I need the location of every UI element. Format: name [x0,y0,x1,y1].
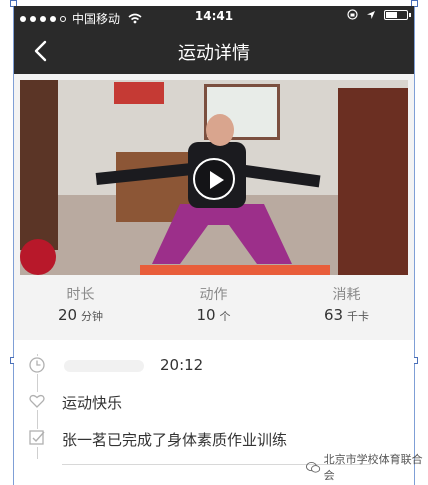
video-player[interactable] [20,80,408,275]
stat-unit: 千卡 [347,310,370,323]
stats-row: 时长 20 分钟 动作 10 个 消耗 63 千卡 [14,284,414,340]
battery-icon [384,9,411,20]
status-bar: 中国移动 14:41 [14,6,414,28]
page-title: 运动详情 [178,43,250,64]
video-frame-cabinet [338,88,408,275]
play-icon[interactable] [193,158,235,200]
wechat-icon [306,461,321,473]
completion-text: 张一茗已完成了身体素质作业训练 [62,431,288,449]
stat-calories: 消耗 63 千卡 [280,284,413,324]
stat-label: 动作 [199,287,228,303]
clock-icon [28,356,46,374]
video-frame-calendar [114,82,164,104]
video-frame-mat [140,265,330,275]
stat-label: 时长 [66,287,95,303]
stat-number: 20 [57,306,78,324]
stat-value: 20 分钟 [14,306,147,324]
video-frame-door [20,80,58,250]
stat-value: 63 千卡 [280,306,413,324]
stat-number: 63 [323,306,344,324]
stat-duration: 时长 20 分钟 [14,284,147,324]
stat-unit: 分钟 [81,310,104,323]
watermark: 北京市学校体育联合会 [306,453,424,482]
stat-unit: 个 [219,310,231,323]
checkbox-icon [28,429,46,447]
blurred-date [64,360,144,372]
video-frame-head [206,114,234,146]
video-frame-ball [20,239,56,275]
nav-bar: 运动详情 [14,28,414,74]
battery-fill [386,11,397,18]
rotation-lock-icon [347,9,358,20]
selection-frame-right [414,0,415,485]
main-content: 时长 20 分钟 动作 10 个 消耗 63 千卡 20:12 运动快乐 张一茗已完成… [14,74,414,485]
stat-number: 10 [196,306,216,324]
status-right [347,9,411,20]
mood-text: 运动快乐 [62,394,123,412]
stat-actions: 动作 10 个 [147,284,280,324]
exercise-time: 20:12 [160,356,204,374]
stat-label: 消耗 [332,287,361,303]
location-icon [367,10,375,19]
heart-icon [28,392,46,410]
stat-value: 10 个 [147,306,280,324]
watermark-text: 北京市学校体育联合会 [323,453,423,482]
